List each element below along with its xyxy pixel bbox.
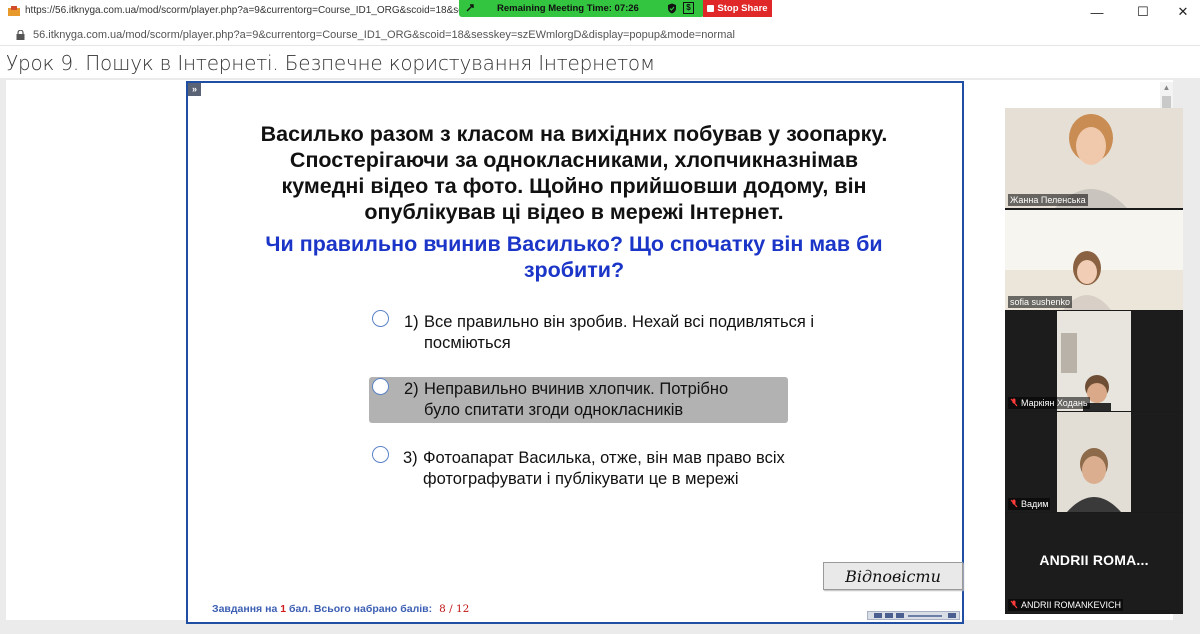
- stop-share-button[interactable]: Stop Share: [703, 0, 772, 17]
- window-title: https://56.itknyga.com.ua/mod/scorm/play…: [25, 5, 465, 16]
- minimize-button[interactable]: —: [1082, 2, 1112, 22]
- participant-display-name: ANDRII ROMA...: [1039, 552, 1149, 568]
- option-text-line: посміються: [424, 334, 511, 352]
- mic-muted-icon: [1010, 499, 1018, 508]
- remaining-meeting-time: Remaining Meeting Time: 07:26: [497, 3, 639, 14]
- site-favicon-icon: [8, 6, 20, 16]
- option-text-line: Неправильно вчинив хлопчик. Потрібно: [424, 380, 729, 398]
- stop-icon[interactable]: [896, 613, 904, 618]
- participant-tile[interactable]: Вадим: [1005, 412, 1183, 512]
- option-text-line: Фотоапарат Василька, отже, він мав право…: [423, 449, 785, 467]
- stop-icon: [707, 5, 715, 12]
- participant-name-text: Маркіян Ходань: [1021, 398, 1088, 408]
- option-text-line: було спитати згоди однокласників: [424, 401, 684, 419]
- lock-icon: [16, 30, 25, 40]
- answer-option-1[interactable]: 1) Все правильно він зробив. Нехай всі п…: [368, 306, 868, 354]
- submit-answer-button[interactable]: Відповісти: [823, 562, 963, 590]
- question-line: кумедні відео та фото. Щойно прийшовши д…: [281, 174, 867, 198]
- score-suffix: бал. Всього набрано балів:: [288, 603, 433, 615]
- toc-icon[interactable]: [948, 613, 956, 618]
- option-text: Фотоапарат Василька, отже, він мав право…: [423, 448, 785, 490]
- option-number: 3): [403, 449, 418, 467]
- radio-button[interactable]: [372, 446, 389, 463]
- question-line: Спостерігаючи за однокласниками, хлопчик…: [289, 148, 859, 172]
- close-button[interactable]: ✕: [1168, 2, 1198, 22]
- address-url[interactable]: 56.itknyga.com.ua/mod/scorm/player.php?a…: [33, 29, 735, 41]
- participant-video: [1005, 412, 1183, 512]
- answer-option-3[interactable]: 3) Фотоапарат Василька, отже, він мав пр…: [368, 444, 838, 492]
- progress-track[interactable]: [908, 615, 942, 617]
- play-icon[interactable]: [874, 613, 882, 618]
- media-player-controls[interactable]: [867, 611, 960, 620]
- participant-video: [1005, 210, 1183, 310]
- participant-tile[interactable]: sofia sushenko: [1005, 210, 1183, 310]
- scroll-up-icon[interactable]: ▲: [1162, 84, 1171, 92]
- score-line: Завдання на 1 бал. Всього набрано балів:…: [212, 603, 469, 615]
- score-value: 8 / 12: [439, 603, 470, 615]
- billing-badge: $: [683, 2, 694, 14]
- option-text: Все правильно він зробив. Нехай всі поди…: [424, 312, 814, 354]
- participant-name: Жанна Пеленська: [1008, 194, 1088, 206]
- task-points: 1: [280, 603, 287, 615]
- radio-button[interactable]: [372, 378, 389, 395]
- participant-name: sofia sushenko: [1008, 296, 1073, 308]
- page-title: Урок 9. Пошук в Інтернеті. Безпечне кори…: [6, 51, 655, 75]
- participant-tile[interactable]: Жанна Пеленська: [1005, 108, 1183, 208]
- participant-name-text: Вадим: [1021, 499, 1049, 509]
- meeting-status-bar: Remaining Meeting Time: 07:26 $: [459, 0, 704, 17]
- option-text-line: фотографувати і публікувати це в мережі: [423, 470, 739, 488]
- participant-tile[interactable]: Маркіян Ходань: [1005, 311, 1183, 411]
- option-number: 1): [404, 313, 419, 331]
- participant-video: [1005, 311, 1183, 411]
- toc-toggle-button[interactable]: »: [188, 83, 201, 96]
- prompt-line: Чи правильно вчинив Василько? Що спочатк…: [265, 232, 883, 256]
- prompt-line: зробити?: [523, 258, 625, 282]
- question-prompt: Чи правильно вчинив Василько? Що спочатк…: [200, 231, 948, 283]
- participant-video: [1005, 108, 1183, 208]
- participant-name: ANDRII ROMANKEVICH: [1008, 599, 1124, 611]
- question-line: Василько разом з класом на вихідних побу…: [260, 122, 888, 146]
- participant-name: Маркіян Ходань: [1008, 397, 1090, 409]
- score-prefix: Завдання на: [212, 603, 278, 615]
- question-text: Василько разом з класом на вихідних побу…: [200, 121, 948, 225]
- shield-icon: [668, 3, 676, 14]
- mic-muted-icon: [1010, 600, 1018, 609]
- answer-option-2[interactable]: 2) Неправильно вчинив хлопчик. Потрібно …: [369, 377, 788, 423]
- pause-icon[interactable]: [885, 613, 893, 618]
- option-text-line: Все правильно він зробив. Нехай всі поди…: [424, 313, 815, 331]
- radio-button[interactable]: [372, 310, 389, 327]
- drag-handle-icon[interactable]: [465, 3, 475, 13]
- mic-muted-icon: [1010, 398, 1018, 407]
- address-bar[interactable]: 56.itknyga.com.ua/mod/scorm/player.php?a…: [0, 24, 1200, 46]
- maximize-button[interactable]: ☐: [1128, 2, 1158, 22]
- question-line: опублікував ці відео в мережі Інтернет.: [364, 200, 784, 224]
- option-number: 2): [404, 380, 419, 398]
- participant-name: Вадим: [1008, 498, 1051, 510]
- participant-name-text: ANDRII ROMANKEVICH: [1021, 600, 1122, 610]
- stop-share-label: Stop Share: [717, 3, 768, 14]
- option-text: Неправильно вчинив хлопчик. Потрібно бул…: [424, 379, 728, 421]
